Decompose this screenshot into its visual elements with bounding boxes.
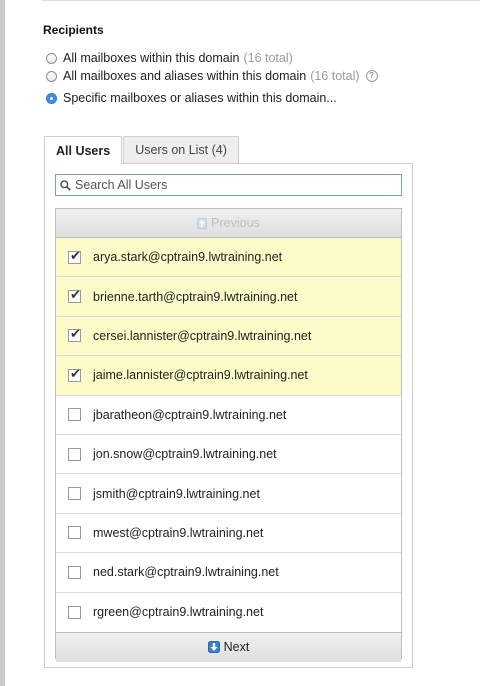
radio-button[interactable] xyxy=(46,52,57,64)
user-row[interactable]: jon.snow@cptrain9.lwtraining.net xyxy=(56,435,401,475)
top-divider xyxy=(42,0,480,1)
user-email: arya.stark@cptrain9.lwtraining.net xyxy=(93,250,283,265)
user-row[interactable]: jbaratheon@cptrain9.lwtraining.net xyxy=(56,396,401,435)
checkbox[interactable] xyxy=(68,565,81,579)
user-row[interactable]: jaime.lannister@cptrain9.lwtraining.net xyxy=(56,356,401,396)
user-picker-panel: Previous arya.stark@cptrain9.lwtraining.… xyxy=(44,163,413,668)
user-email: jsmith@cptrain9.lwtraining.net xyxy=(93,486,260,501)
user-row[interactable]: cersei.lannister@cptrain9.lwtraining.net xyxy=(56,316,401,357)
tab-all-users[interactable]: All Users xyxy=(44,136,123,164)
search-icon xyxy=(60,179,71,191)
mailbox-count: (16 total) xyxy=(310,69,360,83)
recipients-heading: Recipients xyxy=(43,23,104,37)
user-row[interactable]: jsmith@cptrain9.lwtraining.net xyxy=(56,474,401,514)
checkbox-checked[interactable] xyxy=(68,288,81,304)
user-list: Previous arya.stark@cptrain9.lwtraining.… xyxy=(55,208,402,662)
radio-label: Specific mailboxes or aliases within thi… xyxy=(63,91,337,105)
previous-label: Previous xyxy=(211,216,260,230)
previous-button[interactable]: Previous xyxy=(56,209,401,238)
help-icon[interactable]: ? xyxy=(365,70,378,82)
user-row[interactable]: rgreen@cptrain9.lwtraining.net xyxy=(56,593,401,632)
checkbox[interactable] xyxy=(68,447,81,461)
radio-label: All mailboxes and aliases within this do… xyxy=(63,69,307,83)
search-input[interactable] xyxy=(75,178,375,192)
user-row[interactable]: arya.stark@cptrain9.lwtraining.net xyxy=(56,238,401,278)
checkbox-checked[interactable] xyxy=(68,367,81,382)
checkbox[interactable] xyxy=(68,526,81,540)
mailbox-count: (16 total) xyxy=(243,51,293,65)
user-email: jbaratheon@cptrain9.lwtraining.net xyxy=(93,407,287,422)
user-row[interactable]: brienne.tarth@cptrain9.lwtraining.net xyxy=(56,277,401,317)
radio-button-selected[interactable] xyxy=(46,92,57,104)
checkbox[interactable] xyxy=(68,408,81,422)
next-button[interactable]: Next xyxy=(56,631,401,662)
radio-button[interactable] xyxy=(46,70,57,82)
arrow-up-icon xyxy=(197,217,208,229)
user-email: ned.stark@cptrain9.lwtraining.net xyxy=(93,565,279,580)
checkbox-checked[interactable] xyxy=(68,327,81,343)
radio-specific-mailboxes[interactable]: Specific mailboxes or aliases within thi… xyxy=(46,89,337,107)
next-label: Next xyxy=(223,640,250,655)
checkbox-checked[interactable] xyxy=(68,249,81,264)
user-email: brienne.tarth@cptrain9.lwtraining.net xyxy=(93,289,298,304)
left-edge-bar xyxy=(0,0,5,686)
radio-all-mailboxes[interactable]: All mailboxes within this domain (16 tot… xyxy=(46,49,293,67)
user-row[interactable]: mwest@cptrain9.lwtraining.net xyxy=(56,514,401,554)
user-email: jon.snow@cptrain9.lwtraining.net xyxy=(93,447,277,462)
user-row[interactable]: ned.stark@cptrain9.lwtraining.net xyxy=(56,553,401,593)
tab-users-on-list[interactable]: Users on List (4) xyxy=(123,136,239,163)
user-tabs: All Users Users on List (4) xyxy=(44,136,239,164)
user-rows: arya.stark@cptrain9.lwtraining.net brienn… xyxy=(56,238,401,632)
user-email: rgreen@cptrain9.lwtraining.net xyxy=(93,605,264,620)
radio-label: All mailboxes within this domain xyxy=(63,51,240,65)
checkbox[interactable] xyxy=(68,605,81,619)
user-email: cersei.lannister@cptrain9.lwtraining.net xyxy=(93,328,312,343)
arrow-down-icon xyxy=(207,641,220,654)
radio-mailboxes-and-aliases[interactable]: All mailboxes and aliases within this do… xyxy=(46,67,378,85)
checkbox[interactable] xyxy=(68,487,81,501)
search-box[interactable] xyxy=(55,174,402,196)
user-email: mwest@cptrain9.lwtraining.net xyxy=(93,525,264,540)
user-email: jaime.lannister@cptrain9.lwtraining.net xyxy=(93,368,308,383)
